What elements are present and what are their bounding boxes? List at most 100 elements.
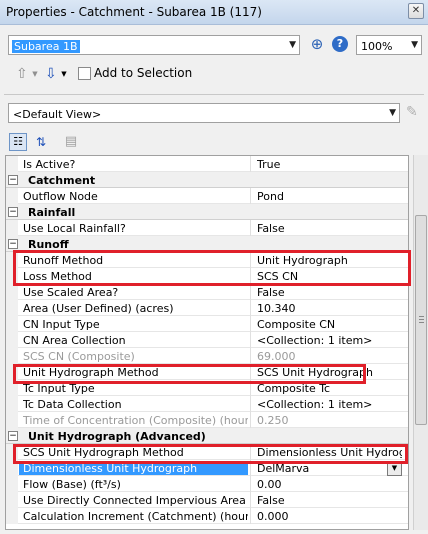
property-row[interactable]: Dimensionless Unit Hydrograph DelMarva ▼	[6, 460, 408, 476]
category-row[interactable]: − Unit Hydrograph (Advanced)	[6, 428, 408, 444]
property-row[interactable]: Runoff Method Unit Hydrograph	[6, 252, 408, 268]
row-gutter	[6, 444, 18, 460]
back-button[interactable]: ⇧ ▼	[16, 66, 38, 82]
property-row[interactable]: Tc Input Type Composite Tc	[6, 380, 408, 396]
row-gutter	[6, 220, 18, 236]
property-row[interactable]: Tc Data Collection <Collection: 1 item>	[6, 396, 408, 412]
zoom-to-element-button[interactable]: ⊕	[308, 35, 326, 53]
property-row[interactable]: SCS Unit Hydrograph Method Dimensionless …	[6, 444, 408, 460]
categorized-icon: ☷	[13, 135, 23, 148]
property-pages-icon: ▤	[64, 134, 78, 149]
add-to-selection-checkbox[interactable]	[78, 67, 91, 80]
property-value[interactable]: Composite CN	[257, 318, 402, 331]
column-divider	[250, 492, 251, 508]
column-divider	[250, 396, 251, 412]
grid-scrollbar[interactable]	[413, 155, 428, 530]
property-value[interactable]: <Collection: 1 item>	[257, 398, 402, 411]
category-row[interactable]: − Runoff	[6, 236, 408, 252]
row-gutter	[6, 284, 18, 300]
zoom-icon: ⊕	[310, 35, 324, 53]
help-button[interactable]: ?	[332, 36, 350, 54]
property-value[interactable]: Unit Hydrograph	[257, 254, 402, 267]
category-label: Runoff	[28, 238, 69, 251]
property-value[interactable]: SCS Unit Hydrograph	[257, 366, 402, 379]
property-name: Use Scaled Area?	[23, 286, 119, 299]
property-value: 0.250	[257, 414, 289, 427]
zoom-level-select[interactable]: 100% ▼	[356, 35, 422, 55]
property-value: 69.000	[257, 350, 296, 363]
property-row[interactable]: Unit Hydrograph Method SCS Unit Hydrograp…	[6, 364, 408, 380]
property-value[interactable]: 0.000	[257, 510, 402, 523]
property-row[interactable]: Is Active? True	[6, 156, 408, 172]
edit-view-button[interactable]: ✎	[406, 104, 424, 122]
collapse-toggle-icon[interactable]: −	[8, 175, 18, 185]
column-divider	[250, 156, 251, 172]
property-value[interactable]: Composite Tc	[257, 382, 402, 395]
property-row[interactable]: Flow (Base) (ft³/s) 0.00	[6, 476, 408, 492]
property-row[interactable]: CN Input Type Composite CN	[6, 316, 408, 332]
property-row[interactable]: Loss Method SCS CN	[6, 268, 408, 284]
property-value[interactable]: 0.00	[257, 478, 402, 491]
row-gutter	[6, 380, 18, 396]
property-value[interactable]: <Collection: 1 item>	[257, 334, 402, 347]
property-name: Outflow Node	[23, 190, 98, 203]
column-divider	[250, 348, 251, 364]
property-row[interactable]: Calculation Increment (Catchment) (hours…	[6, 508, 408, 524]
category-row[interactable]: − Rainfall	[6, 204, 408, 220]
chevron-down-icon: ▼	[411, 40, 418, 50]
property-pages-button[interactable]: ▤	[62, 133, 80, 151]
property-row[interactable]: Use Directly Connected Impervious Area Fa…	[6, 492, 408, 508]
row-gutter	[6, 492, 18, 508]
column-divider	[250, 380, 251, 396]
collapse-toggle-icon[interactable]: −	[8, 431, 18, 441]
row-gutter	[6, 476, 18, 492]
property-value[interactable]: DelMarva	[257, 462, 402, 475]
sort-az-icon: ⇅	[35, 135, 47, 149]
edit-icon: ✎	[406, 104, 418, 120]
column-divider	[250, 300, 251, 316]
property-name: Runoff Method	[23, 254, 104, 267]
property-value[interactable]: SCS CN	[257, 270, 402, 283]
element-selector[interactable]: Subarea 1B ▼	[8, 35, 300, 55]
property-value[interactable]: 10.340	[257, 302, 402, 315]
scrollbar-grip	[419, 319, 424, 320]
property-value[interactable]: False	[257, 286, 402, 299]
back-arrow-icon: ⇧	[16, 66, 28, 82]
category-row[interactable]: − Catchment	[6, 172, 408, 188]
collapse-toggle-icon[interactable]: −	[8, 239, 18, 249]
property-row[interactable]: Outflow Node Pond	[6, 188, 408, 204]
row-gutter	[6, 396, 18, 412]
column-divider	[250, 412, 251, 428]
property-value[interactable]: False	[257, 494, 402, 507]
view-selector[interactable]: <Default View> ▼	[8, 103, 400, 123]
property-value[interactable]: False	[257, 222, 402, 235]
column-divider	[250, 332, 251, 348]
property-row[interactable]: Area (User Defined) (acres) 10.340	[6, 300, 408, 316]
property-value[interactable]: True	[257, 158, 402, 171]
row-gutter	[6, 188, 18, 204]
navigate-arrow-icon: ⇩	[45, 66, 57, 82]
categorized-view-button[interactable]: ☷	[9, 133, 27, 151]
zoom-level-value: 100%	[361, 40, 393, 53]
navigate-button[interactable]: ⇩ ▼	[45, 66, 67, 82]
property-name: Tc Input Type	[23, 382, 95, 395]
property-value[interactable]: Pond	[257, 190, 402, 203]
property-row[interactable]: Time of Concentration (Composite) (hours…	[6, 412, 408, 428]
property-row[interactable]: CN Area Collection <Collection: 1 item>	[6, 332, 408, 348]
property-row[interactable]: SCS CN (Composite) 69.000	[6, 348, 408, 364]
value-dropdown-button[interactable]: ▼	[387, 461, 402, 476]
collapse-toggle-icon[interactable]: −	[8, 207, 18, 217]
column-divider	[250, 284, 251, 300]
property-name: CN Input Type	[23, 318, 100, 331]
property-name: Use Local Rainfall?	[23, 222, 126, 235]
property-name: CN Area Collection	[23, 334, 126, 347]
close-button[interactable]: ✕	[408, 3, 424, 19]
property-value[interactable]: Dimensionless Unit Hydrograph	[257, 446, 402, 459]
scrollbar-thumb[interactable]	[415, 215, 427, 425]
chevron-down-icon: ▼	[389, 108, 396, 118]
property-row[interactable]: Use Local Rainfall? False	[6, 220, 408, 236]
column-divider	[250, 220, 251, 236]
window-title: Properties - Catchment - Subarea 1B (117…	[6, 5, 262, 19]
sort-alphabetical-button[interactable]: ⇅	[32, 133, 50, 151]
property-row[interactable]: Use Scaled Area? False	[6, 284, 408, 300]
